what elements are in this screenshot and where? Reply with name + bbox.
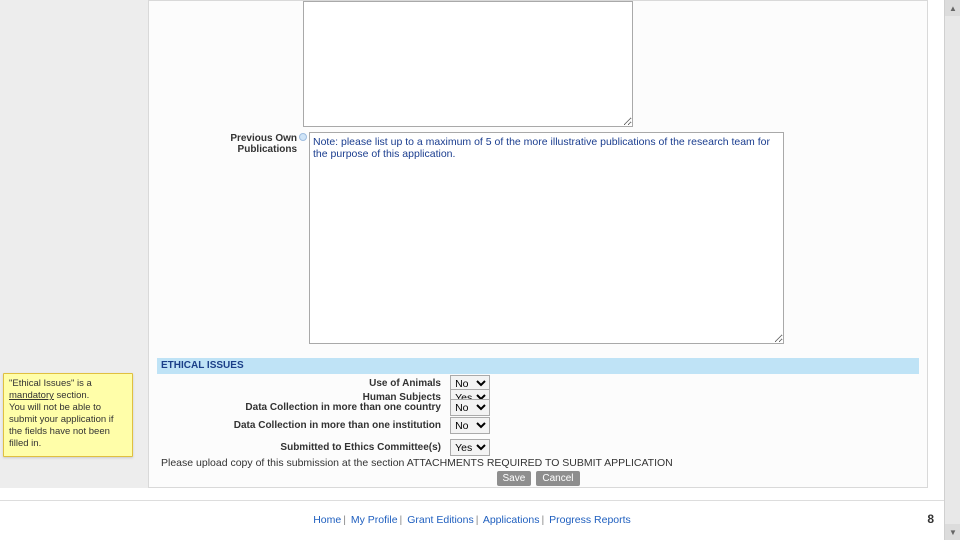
ef-label: Data Collection in more than one country: [157, 402, 441, 413]
sticky-line: "Ethical Issues" is a mandatory section.: [9, 378, 127, 402]
form-buttons: Save Cancel: [149, 471, 927, 486]
vertical-scrollbar[interactable]: ▲ ▼: [944, 0, 960, 540]
sticky-text: "Ethical Issues" is a: [9, 378, 92, 389]
footer-link-my-profile[interactable]: My Profile: [351, 514, 398, 526]
submitted-committee-select[interactable]: YesNo: [450, 439, 490, 456]
ethical-row-submitted-committee: Submitted to Ethics Committee(s) YesNo: [157, 439, 919, 455]
upload-note: Please upload copy of this submission at…: [161, 457, 673, 469]
annotation-sticky: "Ethical Issues" is a mandatory section.…: [3, 373, 133, 457]
sticky-line: You will not be able to submit your appl…: [9, 402, 127, 450]
application-form-panel: Previous Own Publications Note: please l…: [148, 0, 928, 488]
page-number: 8: [927, 512, 934, 526]
data-country-select[interactable]: NoYes: [450, 399, 490, 416]
prev-publications-label: Previous Own Publications: [183, 133, 297, 155]
viewport: Previous Own Publications Note: please l…: [0, 0, 960, 540]
scroll-up-icon[interactable]: ▲: [945, 0, 960, 16]
footer-link-progress-reports[interactable]: Progress Reports: [549, 514, 631, 526]
footer-link-applications[interactable]: Applications: [483, 514, 540, 526]
sticky-text: section.: [54, 390, 89, 401]
help-icon[interactable]: [299, 133, 307, 141]
ef-label: Submitted to Ethics Committee(s): [157, 442, 441, 453]
unnamed-textarea[interactable]: [303, 1, 633, 127]
save-button[interactable]: Save: [497, 471, 532, 486]
footer-link-grant-editions[interactable]: Grant Editions: [407, 514, 474, 526]
footer-link-home[interactable]: Home: [313, 514, 341, 526]
footer-links: Home| My Profile| Grant Editions| Applic…: [0, 514, 944, 526]
document-page: Previous Own Publications Note: please l…: [0, 0, 944, 540]
ethical-issues-header: ETHICAL ISSUES: [157, 358, 919, 374]
data-institution-select[interactable]: NoYes: [450, 417, 490, 434]
scroll-down-icon[interactable]: ▼: [945, 524, 960, 540]
sticky-mandatory-underline: mandatory: [9, 390, 54, 401]
ef-label: Data Collection in more than one institu…: [157, 420, 441, 431]
cancel-button[interactable]: Cancel: [536, 471, 579, 486]
footer-divider: [0, 500, 944, 501]
ef-label: Use of Animals: [157, 378, 441, 389]
prev-publications-textarea[interactable]: Note: please list up to a maximum of 5 o…: [309, 132, 784, 344]
